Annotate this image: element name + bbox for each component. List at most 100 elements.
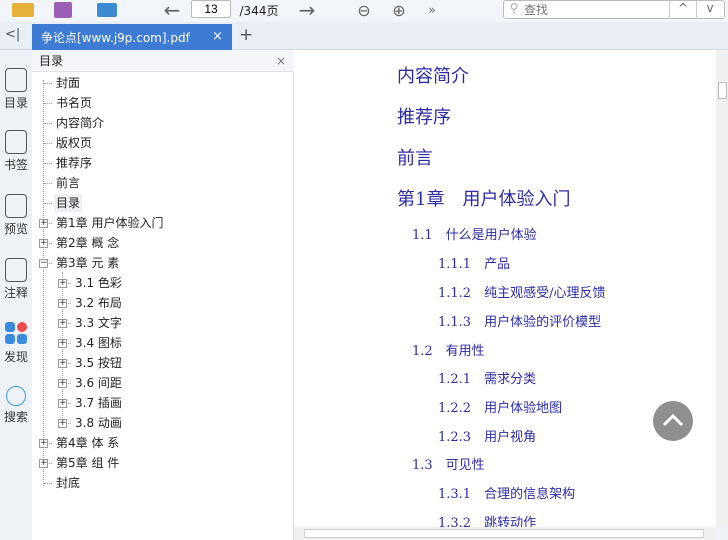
toc-link[interactable]: 前言 [397, 144, 433, 170]
search-next-button[interactable]: v [696, 1, 723, 18]
sidebar-item-4[interactable]: 发现 [0, 322, 32, 365]
scroll-thumb[interactable] [718, 82, 727, 99]
sidebar-item-3[interactable]: 注释 [0, 258, 32, 301]
bookmark-icon [5, 130, 27, 154]
toc-item[interactable]: 封面 [56, 74, 80, 92]
note-icon [5, 258, 27, 282]
horizontal-scrollbar[interactable] [294, 527, 716, 540]
expand-icon[interactable]: + [58, 419, 67, 428]
print-icon[interactable] [95, 0, 119, 20]
toc-item[interactable]: 3.8 动画 [75, 414, 122, 432]
tree-line [44, 183, 52, 184]
toc-item[interactable]: 3.1 色彩 [75, 274, 122, 292]
toc-title: 目录 [39, 54, 64, 68]
open-folder-icon[interactable] [10, 0, 36, 20]
search-prev-button[interactable]: ^ [669, 1, 696, 18]
expand-icon[interactable]: + [58, 339, 67, 348]
expand-icon[interactable]: + [58, 359, 67, 368]
sidebar-item-5[interactable]: 搜索 [0, 386, 32, 425]
toc-item[interactable]: 3.3 文字 [75, 314, 122, 332]
expand-icon[interactable]: + [58, 319, 67, 328]
toc-link[interactable]: 推荐序 [397, 103, 451, 129]
toc-close-icon[interactable]: × [276, 50, 286, 72]
sidebar-item-label: 注释 [3, 286, 28, 300]
toc-item[interactable]: 版权页 [56, 134, 92, 152]
tree-line [44, 123, 52, 124]
more-icon[interactable]: » [422, 0, 442, 20]
toc-link[interactable]: 1.2.3 用户视角 [438, 426, 536, 445]
toc-panel: 目录 × 封面 书名页 内容简介 版权页 推荐序 前言 目录 + 第1章 用户体验入门 + 第2章 … [32, 50, 294, 540]
toc-link[interactable]: 第1章 用户体验入门 [397, 185, 570, 211]
collapse-icon[interactable]: − [39, 259, 48, 268]
toc-item[interactable]: 第2章 概 念 [56, 234, 119, 252]
toolbar: ← /344页 → ⊖ ⊕ » ⚲ ^ v [0, 0, 728, 22]
toc-item[interactable]: 书名页 [56, 94, 92, 112]
toc-header: 目录 × [32, 50, 294, 72]
list-icon [5, 68, 27, 92]
toc-item[interactable]: 3.4 图标 [75, 334, 122, 352]
tree-line [44, 143, 52, 144]
tab-document[interactable]: 争论点[www.j9p.com].pdf × [32, 24, 232, 50]
toc-item[interactable]: 封底 [56, 474, 80, 492]
vertical-scrollbar[interactable] [716, 50, 728, 527]
toc-item[interactable]: 第5章 组 件 [56, 454, 119, 472]
expand-icon[interactable]: + [58, 399, 67, 408]
toc-link[interactable]: 1.2.2 用户体验地图 [438, 397, 562, 416]
expand-icon[interactable]: + [39, 459, 48, 468]
search-icon: ⚲ [509, 1, 519, 15]
toc-item[interactable]: 3.6 间距 [75, 374, 122, 392]
prev-page-icon[interactable]: ← [160, 0, 184, 22]
preview-icon [5, 194, 27, 218]
tree-line [44, 83, 52, 84]
new-tab-button[interactable]: + [239, 25, 253, 45]
toc-item[interactable]: 3.2 布局 [75, 294, 122, 312]
toc-link[interactable]: 内容简介 [397, 62, 469, 88]
expand-icon[interactable]: + [39, 219, 48, 228]
zoom-in-icon[interactable]: ⊕ [387, 0, 411, 20]
sidebar-item-label: 预览 [3, 222, 28, 236]
sidebar-item-label: 目录 [3, 96, 28, 110]
sidebar-item-label: 书签 [3, 158, 28, 172]
toc-link[interactable]: 1.1.2 纯主观感受/心理反馈 [438, 282, 605, 301]
page-number-input[interactable] [191, 0, 231, 18]
sidebar-item-0[interactable]: 目录 [0, 68, 32, 111]
toc-item[interactable]: 第1章 用户体验入门 [56, 214, 163, 232]
toc-item[interactable]: 3.5 按钮 [75, 354, 122, 372]
scroll-thumb[interactable] [304, 529, 704, 538]
sidebar-item-label: 发现 [3, 350, 28, 364]
sidebar-item-2[interactable]: 预览 [0, 194, 32, 237]
tree-line [44, 163, 52, 164]
back-to-top-button[interactable] [653, 401, 693, 441]
tree-line [44, 203, 52, 204]
tab-close-icon[interactable]: × [212, 29, 223, 44]
toc-link[interactable]: 1.2.1 需求分类 [438, 368, 536, 387]
expand-icon[interactable]: + [39, 239, 48, 248]
search-input[interactable] [524, 1, 669, 18]
toc-item[interactable]: 第4章 体 系 [56, 434, 119, 452]
toc-item[interactable]: 内容简介 [56, 114, 104, 132]
tree-line [43, 80, 44, 486]
expand-icon[interactable]: + [58, 279, 67, 288]
toc-item[interactable]: 3.7 插画 [75, 394, 122, 412]
toc-link[interactable]: 1.1.3 用户体验的评价模型 [438, 311, 601, 330]
toc-link[interactable]: 1.2 有用性 [412, 340, 485, 359]
toc-link[interactable]: 1.1.1 产品 [438, 253, 510, 272]
tab-title: 争论点[www.j9p.com].pdf [41, 30, 190, 45]
toc-link[interactable]: 1.3 可见性 [412, 454, 485, 473]
next-page-icon[interactable]: → [295, 0, 319, 22]
save-icon[interactable] [52, 0, 74, 20]
expand-icon[interactable]: + [39, 439, 48, 448]
toc-link[interactable]: 1.1 什么是用户体验 [412, 224, 537, 243]
toc-item[interactable]: 目录 [54, 194, 83, 212]
toc-item[interactable]: 推荐序 [56, 154, 92, 172]
zoom-out-icon[interactable]: ⊖ [352, 0, 376, 20]
toc-link[interactable]: 1.3.2 跳转动作 [438, 512, 536, 527]
toc-item[interactable]: 前言 [56, 174, 80, 192]
tree-line [44, 483, 52, 484]
collapse-panel-button[interactable]: <| [5, 27, 20, 42]
expand-icon[interactable]: + [58, 379, 67, 388]
toc-link[interactable]: 1.3.1 合理的信息架构 [438, 483, 575, 502]
expand-icon[interactable]: + [58, 299, 67, 308]
sidebar-item-1[interactable]: 书签 [0, 130, 32, 173]
toc-item[interactable]: 第3章 元 素 [56, 254, 119, 272]
